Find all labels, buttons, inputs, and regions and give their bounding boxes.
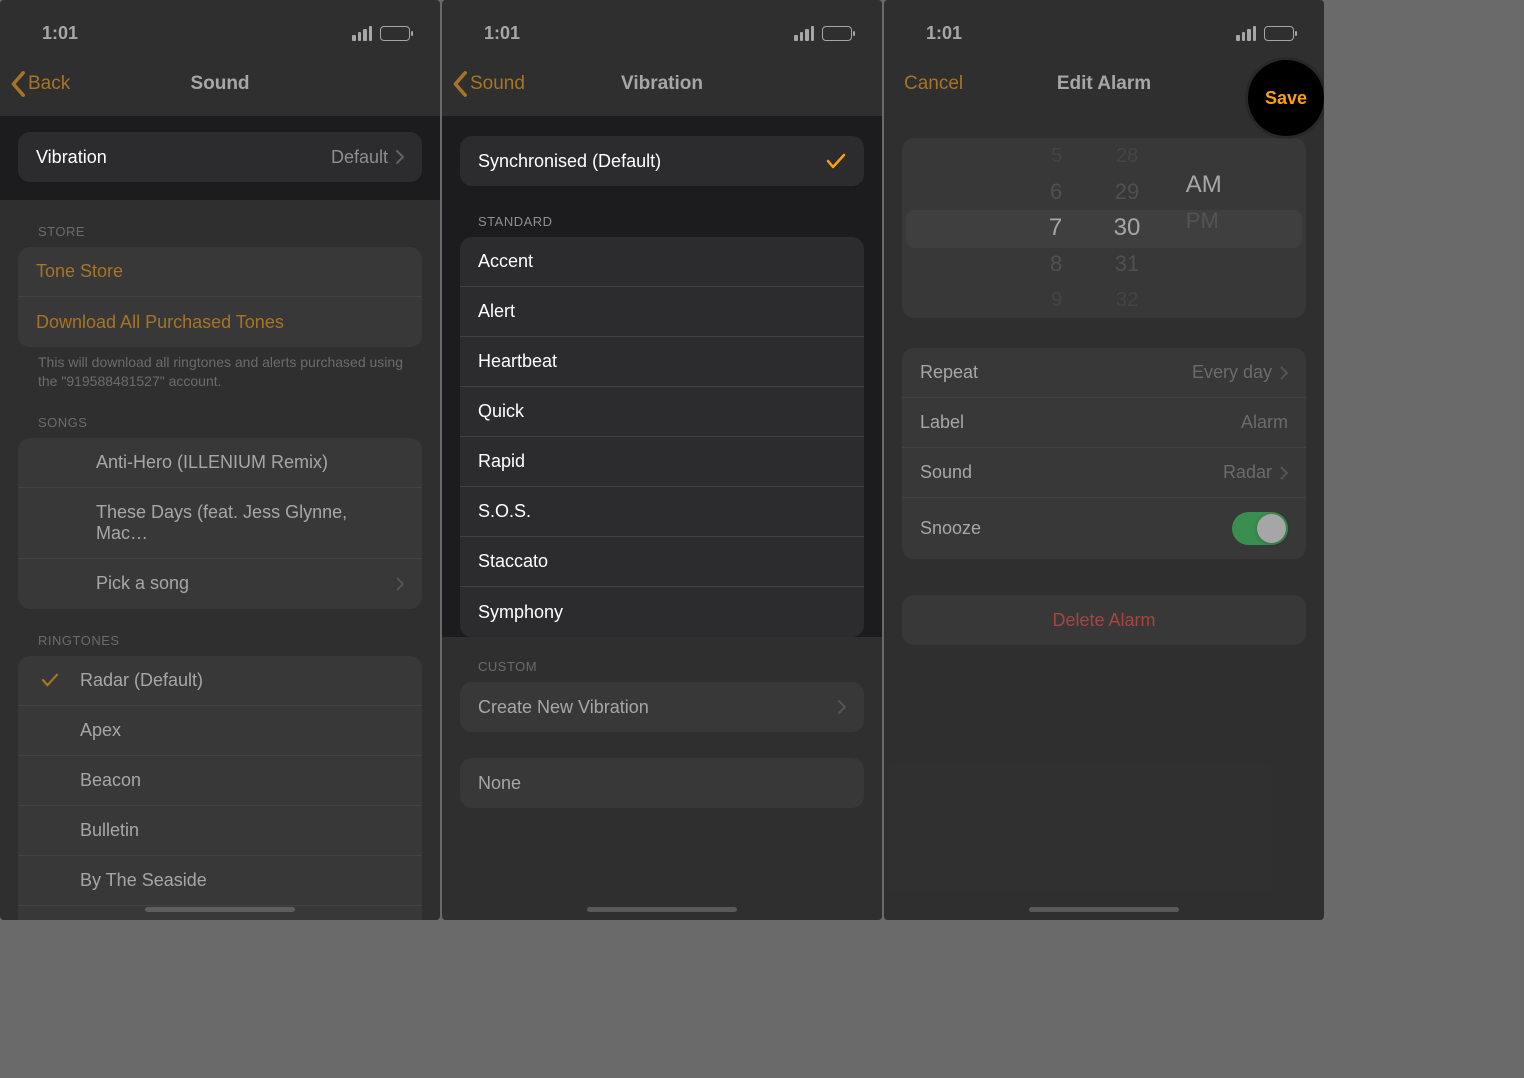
- standard-header: STANDARD: [442, 186, 882, 237]
- pick-song-row[interactable]: Pick a song: [18, 559, 422, 609]
- back-button[interactable]: Sound: [452, 70, 525, 98]
- screen-sound: 1:01 Back Sound Vibration Default: [0, 0, 440, 920]
- chevron-right-icon: [1280, 466, 1288, 480]
- cancel-button[interactable]: Cancel: [894, 73, 963, 95]
- label-row[interactable]: Label Alarm: [902, 398, 1306, 448]
- checkmark-icon: [826, 153, 846, 169]
- vibration-option-row[interactable]: Heartbeat: [460, 337, 864, 387]
- battery-icon: [380, 26, 410, 41]
- chevron-left-icon: [10, 70, 28, 98]
- default-vibration-row[interactable]: Synchronised (Default): [460, 136, 864, 186]
- time-picker[interactable]: 45678910 27282930313233 AMPM: [902, 138, 1306, 318]
- picker-item[interactable]: AM: [1186, 167, 1222, 203]
- screen-edit-alarm: 1:01 Cancel Edit Alarm Save Save 4567891…: [884, 0, 1324, 920]
- store-note: This will download all ringtones and ale…: [0, 347, 440, 391]
- minute-picker[interactable]: 27282930313233: [1080, 138, 1174, 282]
- picker-item[interactable]: 5: [1051, 138, 1062, 174]
- song-row[interactable]: These Days (feat. Jess Glynne, Mac…: [18, 488, 422, 559]
- home-indicator[interactable]: [145, 907, 295, 912]
- picker-item[interactable]: 32: [1116, 282, 1138, 318]
- ringtone-row[interactable]: Apex: [18, 706, 422, 756]
- hour-picker[interactable]: 45678910: [902, 138, 1080, 282]
- chevron-right-icon: [396, 150, 404, 164]
- picker-item[interactable]: PM: [1186, 203, 1219, 239]
- picker-item[interactable]: 8: [1050, 246, 1062, 282]
- signal-icon: [352, 26, 372, 41]
- song-row[interactable]: Anti-Hero (ILLENIUM Remix): [18, 438, 422, 488]
- vibration-option-row[interactable]: Quick: [460, 387, 864, 437]
- picker-item[interactable]: 30: [1114, 210, 1141, 246]
- chevron-right-icon: [1280, 366, 1288, 380]
- snooze-toggle[interactable]: [1232, 512, 1288, 545]
- none-row[interactable]: None: [460, 758, 864, 808]
- status-time: 1:01: [926, 23, 962, 44]
- sound-row[interactable]: Sound Radar: [902, 448, 1306, 498]
- repeat-row[interactable]: Repeat Every day: [902, 348, 1306, 398]
- status-time: 1:01: [42, 23, 78, 44]
- screen-vibration: 1:01 Sound Vibration Synchronised (Defau…: [442, 0, 882, 920]
- snooze-row: Snooze: [902, 498, 1306, 559]
- vibration-row[interactable]: Vibration Default: [18, 132, 422, 182]
- home-indicator[interactable]: [1029, 907, 1179, 912]
- ringtone-row[interactable]: Beacon: [18, 756, 422, 806]
- nav-bar: Sound Vibration: [442, 56, 882, 116]
- ringtone-row[interactable]: Bulletin: [18, 806, 422, 856]
- battery-icon: [1264, 26, 1294, 41]
- vibration-option-row[interactable]: Alert: [460, 287, 864, 337]
- download-all-row[interactable]: Download All Purchased Tones: [18, 297, 422, 347]
- vibration-option-row[interactable]: Accent: [460, 237, 864, 287]
- status-bar: 1:01: [0, 0, 440, 56]
- signal-icon: [794, 26, 814, 41]
- tone-store-row[interactable]: Tone Store: [18, 247, 422, 297]
- vibration-option-row[interactable]: Rapid: [460, 437, 864, 487]
- ringtone-row[interactable]: By The Seaside: [18, 856, 422, 906]
- battery-icon: [822, 26, 852, 41]
- picker-item[interactable]: 29: [1115, 174, 1139, 210]
- ringtones-header: RINGTONES: [0, 609, 440, 656]
- chevron-right-icon: [838, 700, 846, 714]
- status-bar: 1:01: [884, 0, 1324, 56]
- chevron-right-icon: [396, 577, 404, 591]
- vibration-label: Vibration: [36, 147, 107, 168]
- picker-item[interactable]: 28: [1116, 138, 1138, 174]
- vibration-option-row[interactable]: Symphony: [460, 587, 864, 637]
- picker-item[interactable]: 6: [1050, 174, 1062, 210]
- picker-item[interactable]: 9: [1051, 282, 1062, 318]
- custom-header: CUSTOM: [442, 637, 882, 682]
- store-header: STORE: [0, 200, 440, 247]
- nav-bar: Back Sound: [0, 56, 440, 116]
- vibration-option-row[interactable]: S.O.S.: [460, 487, 864, 537]
- status-time: 1:01: [484, 23, 520, 44]
- create-vibration-row[interactable]: Create New Vibration: [460, 682, 864, 732]
- checkmark-icon: [41, 673, 59, 687]
- songs-header: SONGS: [0, 391, 440, 438]
- vibration-option-row[interactable]: Staccato: [460, 537, 864, 587]
- ringtone-row[interactable]: Radar (Default): [18, 656, 422, 706]
- chevron-left-icon: [452, 70, 470, 98]
- back-button[interactable]: Back: [10, 70, 70, 98]
- ampm-picker[interactable]: AMPM: [1174, 138, 1306, 282]
- delete-alarm-button[interactable]: Delete Alarm: [902, 595, 1306, 645]
- signal-icon: [1236, 26, 1256, 41]
- picker-item[interactable]: 7: [1049, 210, 1062, 246]
- home-indicator[interactable]: [587, 907, 737, 912]
- save-button[interactable]: Save: [1248, 60, 1324, 136]
- picker-item[interactable]: 31: [1115, 246, 1139, 282]
- status-bar: 1:01: [442, 0, 882, 56]
- vibration-value: Default: [331, 147, 388, 168]
